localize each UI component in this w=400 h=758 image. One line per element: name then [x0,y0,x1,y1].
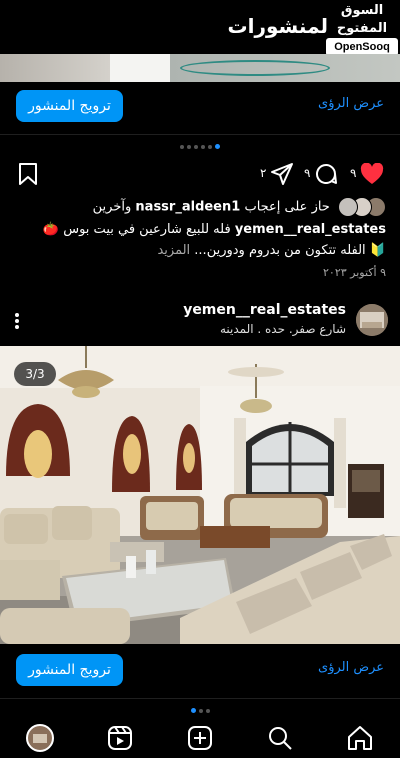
heart-icon[interactable] [360,163,384,185]
carousel-dots [0,708,400,714]
bottom-navigation [0,718,400,758]
view-insights-link[interactable]: عرض الرؤى [318,96,384,111]
more-options-icon[interactable] [14,312,20,330]
comment-icon[interactable] [314,162,338,186]
reels-icon[interactable] [106,724,134,752]
carousel-dot [194,144,198,149]
caption-text-1: فله للبيع شارعين في بيت بوس [63,222,231,237]
divider [0,134,400,135]
previous-post-image[interactable] [0,54,400,82]
home-icon[interactable] [346,724,374,752]
avatar-image [356,304,388,336]
divider [0,698,400,699]
image-counter-badge: 3/3 [14,362,56,386]
post-location[interactable]: شارع صفر. حده . المدينه [220,322,346,336]
post-header: yemen__real_estates شارع صفر. حده . المد… [0,298,400,342]
page-title: لمنشورات [227,14,328,38]
carousel-dot [180,144,184,149]
caption-username[interactable]: yemen__real_estates [235,222,386,237]
promote-bar: ترويج المنشور عرض الرؤى [0,84,400,128]
carousel-dot [205,708,210,713]
bookmark-icon[interactable] [18,163,38,185]
carousel-dots [0,144,400,150]
view-insights-link[interactable]: عرض الرؤى [318,660,384,675]
share-icon[interactable] [270,162,294,186]
post-image[interactable]: 3/3 [0,346,400,644]
watermark-arabic: السوق المفتوح [336,3,388,36]
image-region [0,54,110,82]
search-icon[interactable] [266,724,294,752]
liker-avatars [338,197,386,217]
carousel-dot [198,708,203,713]
post-username[interactable]: yemen__real_estates [183,302,346,318]
caption-emoji-2: 🔰 [369,243,386,258]
image-region [110,54,170,82]
post-actions: ٢ ٩ ٩ [0,160,400,190]
more-link[interactable]: المزيد [157,243,190,258]
promote-bar: ترويج المنشور عرض الرؤى [0,648,400,692]
app-header: لمنشورات السوق المفتوح OpenSooq [0,0,400,56]
promote-post-button[interactable]: ترويج المنشور [16,90,123,122]
caption-line-1: yemen__real_estates فله للبيع شارعين في … [14,222,386,237]
carousel-dot [201,144,205,149]
living-room-photo [0,346,400,644]
likes-prefix: حاز على إعجاب [244,199,330,215]
caption-text-2: الفله تتكون من بدروم ودورين... [194,243,366,258]
promote-post-button[interactable]: ترويج المنشور [16,654,123,686]
carousel-dot [208,144,212,149]
share-count: ٢ [260,166,267,180]
post-date: ٩ أكتوبر ٢٠٢٣ [323,266,386,279]
liker-avatar [338,197,358,217]
profile-avatar-image [26,724,54,752]
likes-suffix: وآخرين [92,199,132,215]
comment-count: ٩ [304,166,311,180]
liked-by-line[interactable]: حاز على إعجاب nassr_aldeen1 وآخرين [14,197,386,219]
profile-avatar[interactable] [26,724,54,752]
hose-shape [180,60,330,76]
create-icon[interactable] [186,724,214,752]
post-avatar[interactable] [356,304,388,336]
carousel-dot-active [215,144,220,149]
like-count: ٩ [350,166,357,180]
liker-username[interactable]: nassr_aldeen1 [135,200,240,215]
caption-line-2: 🔰 الفله تتكون من بدروم ودورين... المزيد [14,243,386,258]
carousel-dot [187,144,191,149]
watermark-logo: السوق المفتوح OpenSooq [326,2,398,56]
caption-emoji-1: 🍅 [42,222,60,237]
carousel-dot-active [190,708,196,713]
